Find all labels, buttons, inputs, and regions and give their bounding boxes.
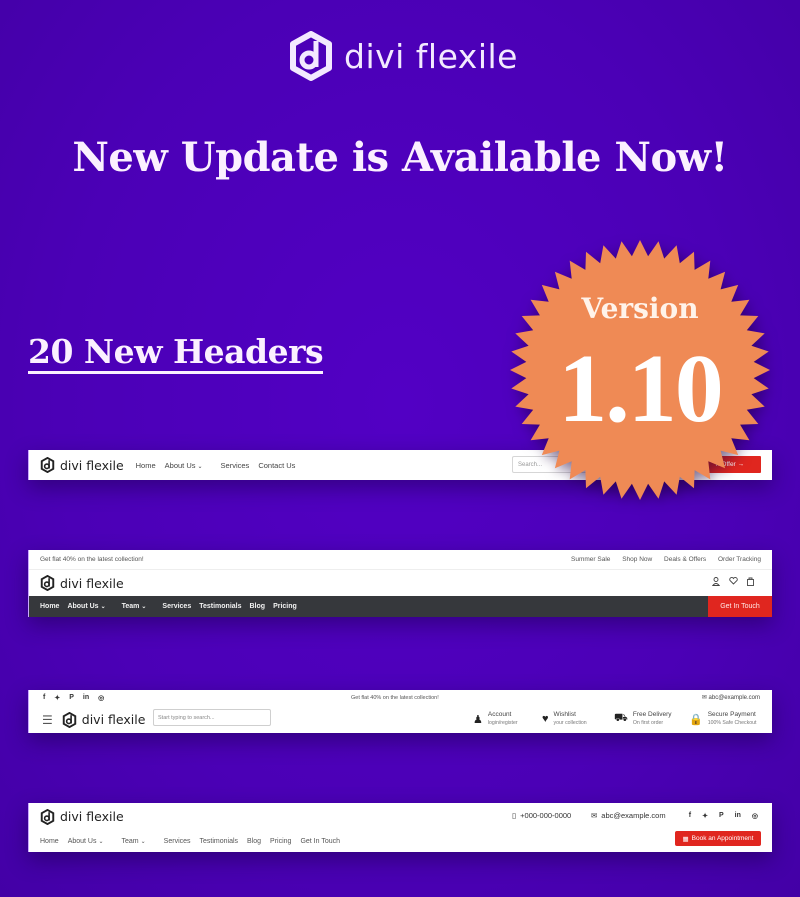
linkedin-icon[interactable]: in [83, 694, 89, 702]
chevron-down-icon: ⌄ [140, 838, 146, 845]
delivery-truck-icon: ⛟ [614, 712, 628, 724]
version-number: 1.10 [558, 335, 724, 443]
nav-item[interactable]: Blog [250, 603, 266, 610]
heart-icon[interactable] [729, 577, 738, 585]
mail-open-icon: ✉ [591, 811, 598, 820]
nav-menu: Home About Us ⌄ Team ⌄ Services Testimonia… [40, 838, 349, 845]
facebook-icon[interactable]: f [43, 694, 45, 702]
hexagon-d-logo-icon [40, 808, 55, 825]
hamburger-menu-icon[interactable]: ☰ [42, 713, 53, 727]
pinterest-icon[interactable]: P [719, 812, 724, 820]
promo-text: Get flat 40% on the latest collection! [351, 695, 439, 701]
get-in-touch-button[interactable]: Get In Touch [708, 596, 772, 617]
brand-logo-small: divi flexile [40, 808, 124, 825]
mail-icon: ✉ [701, 695, 707, 701]
feature-account[interactable]: ♟ Account login/register [473, 711, 518, 727]
nav-item[interactable]: About Us ⌄ [165, 461, 212, 470]
twitter-icon[interactable]: ✦ [54, 694, 60, 702]
header-preview-2: Get flat 40% on the latest collection! S… [28, 550, 772, 617]
top-link[interactable]: Summer Sale [571, 556, 610, 563]
search-input[interactable]: Start typing to search... [153, 709, 271, 726]
nav-menu: Home About Us ⌄ Team ⌄ Services Testimonia… [40, 603, 305, 610]
phone-icon: ▯ [512, 811, 517, 820]
nav-item[interactable]: Team ⌄ [122, 603, 155, 610]
nav-item[interactable]: About Us ⌄ [68, 838, 113, 845]
social-links: f ✦ P in ◎ [43, 694, 104, 702]
hexagon-d-logo-icon [290, 31, 332, 81]
nav-item[interactable]: Testimonials [199, 603, 241, 610]
brand-name: divi flexile [344, 36, 518, 76]
chevron-down-icon: ⌄ [197, 463, 203, 470]
nav-item[interactable]: Contact Us [258, 461, 295, 470]
book-appointment-button[interactable]: ▦ Book an Appointment [675, 831, 761, 846]
header-preview-4: divi flexile ▯ +000-000-0000 ✉ abc@examp… [28, 803, 772, 852]
twitter-icon[interactable]: ✦ [702, 812, 708, 820]
version-label: Version [581, 292, 699, 325]
account-icon: ♟ [473, 713, 483, 726]
header-preview-3: f ✦ P in ◎ Get flat 40% on the latest co… [28, 690, 772, 733]
nav-item[interactable]: Services [164, 838, 191, 845]
social-links: f ✦ P in ◎ [689, 812, 758, 820]
instagram-icon[interactable]: ◎ [98, 694, 104, 702]
feature-wishlist[interactable]: ♥ Wishlist your collection [542, 711, 587, 727]
top-bar: Get flat 40% on the latest collection! S… [29, 550, 772, 570]
user-icon[interactable] [712, 577, 720, 586]
facebook-icon[interactable]: f [689, 812, 691, 820]
brand-logo-small: divi flexile [62, 711, 145, 728]
nav-item[interactable]: Testimonials [200, 838, 239, 845]
email-contact[interactable]: ✉ abc@example.com [591, 811, 666, 820]
nav-item[interactable]: Team ⌄ [122, 838, 155, 845]
phone-contact[interactable]: ▯ +000-000-0000 [512, 811, 571, 820]
nav-item[interactable]: Services [221, 461, 250, 470]
nav-menu: Home About Us ⌄ Services Contact Us [136, 461, 305, 470]
chevron-down-icon: ⌄ [100, 604, 106, 610]
hexagon-d-logo-icon [40, 575, 55, 591]
nav-item[interactable]: Home [136, 461, 156, 470]
top-link[interactable]: Shop Now [622, 556, 652, 563]
hexagon-d-logo-icon [40, 457, 55, 473]
nav-item[interactable]: Pricing [270, 838, 291, 845]
subheadline: 20 New Headers [28, 333, 324, 374]
promo-text: Get flat 40% on the latest collection! [40, 556, 144, 563]
brand-logo-small: divi flexile [40, 575, 124, 591]
hexagon-d-logo-icon [62, 711, 76, 728]
nav-item[interactable]: Pricing [273, 603, 297, 610]
nav-item[interactable]: Services [162, 603, 191, 610]
wishlist-icon: ♥ [542, 713, 549, 725]
lock-icon: 🔒 [689, 713, 703, 726]
calendar-icon: ▦ [682, 835, 689, 843]
brand-logo: divi flexile [288, 30, 518, 82]
nav-item[interactable]: Home [40, 838, 59, 845]
instagram-icon[interactable]: ◎ [752, 812, 758, 820]
linkedin-icon[interactable]: in [735, 812, 741, 820]
nav-item[interactable]: Home [40, 603, 59, 610]
nav-item[interactable]: Get In Touch [300, 838, 340, 845]
chevron-down-icon: ⌄ [98, 838, 104, 845]
version-badge: Version 1.10 [508, 238, 772, 502]
brand-logo-small: divi flexile [40, 457, 124, 473]
top-link[interactable]: Deals & Offers [664, 556, 706, 563]
bag-icon[interactable] [747, 577, 754, 586]
top-link[interactable]: Order Tracking [718, 556, 761, 563]
nav-item[interactable]: Blog [247, 838, 261, 845]
headline: New Update is Available Now! [72, 134, 728, 181]
feature-secure-payment[interactable]: 🔒 Secure Payment 100% Safe Checkout [689, 711, 756, 727]
pinterest-icon[interactable]: P [69, 694, 74, 702]
nav-item[interactable]: About Us ⌄ [67, 603, 113, 610]
email-link[interactable]: ✉ abc@example.com [702, 694, 760, 701]
chevron-down-icon: ⌄ [141, 604, 147, 610]
feature-delivery[interactable]: ⛟ Free Delivery On first order [614, 711, 672, 727]
